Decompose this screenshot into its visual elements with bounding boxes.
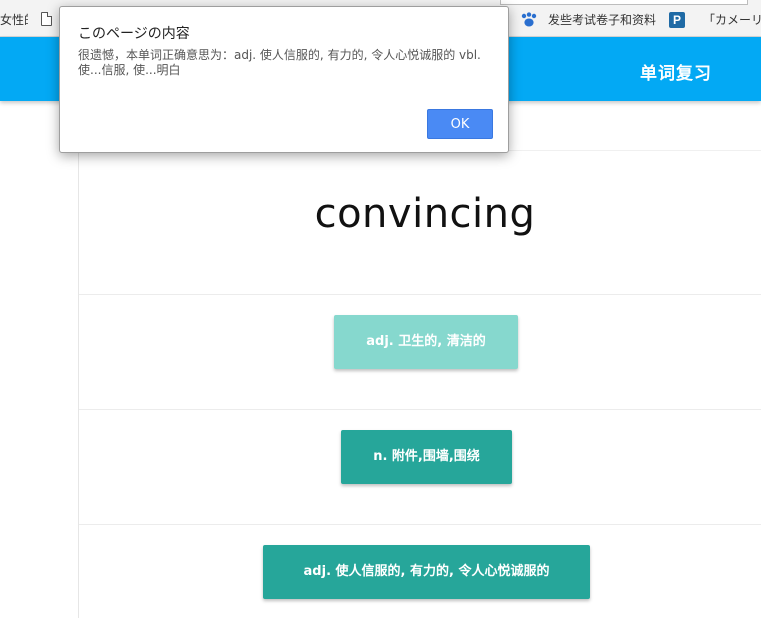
page-title: 单词复习 <box>640 64 712 84</box>
option-button-3[interactable]: adj. 使人信服的, 有力的, 令人心悦诚服的 <box>263 545 590 599</box>
p-logo-icon[interactable]: P <box>669 12 685 28</box>
address-bar[interactable] <box>500 0 748 5</box>
document-icon[interactable] <box>41 12 52 26</box>
option-button-1[interactable]: adj. 卫生的, 清洁的 <box>334 315 518 369</box>
option-button-2[interactable]: n. 附件,围墙,围绕 <box>341 430 512 484</box>
quiz-word: convincing <box>314 191 536 237</box>
option-row: adj. 使人信服的, 有力的, 令人心悦诚服的 <box>79 525 761 625</box>
alert-dialog: このページの内容 很遗憾，本单词正确意思为：adj. 使人信服的, 有力的, 令… <box>59 6 509 153</box>
word-row: convincing <box>79 151 761 295</box>
quiz-card: convincing adj. 卫生的, 清洁的 n. 附件,围墙,围绕 adj… <box>78 150 761 618</box>
bookmark-item[interactable]: 「カメーリス <box>703 11 761 29</box>
ok-button[interactable]: OK <box>427 109 493 139</box>
option-row: adj. 卫生的, 清洁的 <box>79 295 761 410</box>
alert-message: 很遗憾，本单词正确意思为：adj. 使人信服的, 有力的, 令人心悦诚服的 vb… <box>78 48 481 77</box>
paw-icon[interactable] <box>520 12 538 28</box>
option-row: n. 附件,围墙,围绕 <box>79 410 761 525</box>
alert-title: このページの内容 <box>78 26 190 42</box>
bookmark-item[interactable]: 发些考试卷子和资料 <box>548 11 662 29</box>
bookmark-item[interactable]: 女性的 <box>0 11 28 29</box>
